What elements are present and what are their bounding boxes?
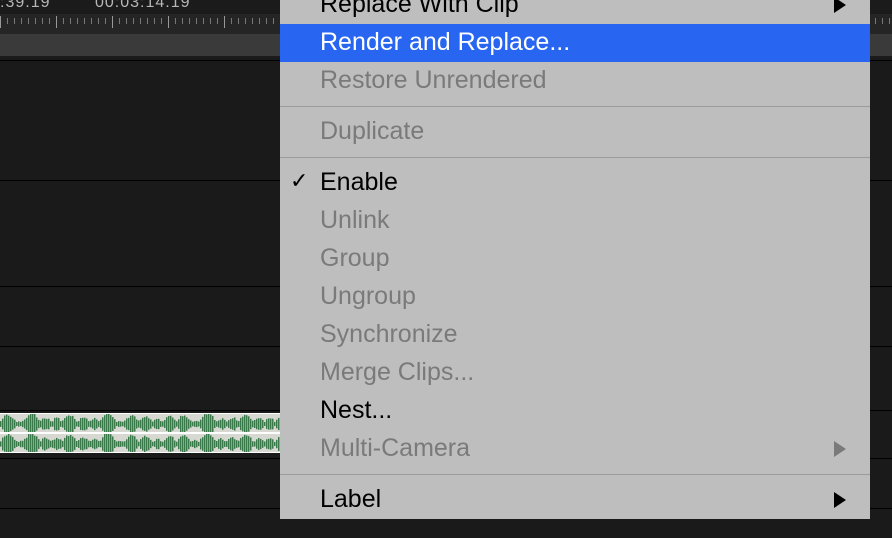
audio-clip-waveform[interactable]	[0, 413, 280, 433]
menu-item-label: Ungroup	[320, 282, 416, 310]
menu-item-render-and-replace[interactable]: Render and Replace...	[280, 24, 870, 62]
clip-context-menu: Replace With Clip Render and Replace... Re…	[280, 0, 870, 519]
menu-item-label: Duplicate	[320, 117, 424, 145]
menu-item-synchronize: Synchronize	[280, 316, 870, 354]
menu-item-label[interactable]: Label	[280, 481, 870, 519]
submenu-arrow-icon	[834, 441, 848, 457]
menu-item-replace-with-clip[interactable]: Replace With Clip	[280, 0, 870, 24]
menu-separator	[280, 474, 870, 475]
menu-item-restore-unrendered: Restore Unrendered	[280, 62, 870, 100]
menu-item-merge-clips: Merge Clips...	[280, 354, 870, 392]
menu-item-label: Unlink	[320, 206, 389, 234]
checkmark-icon: ✓	[290, 170, 308, 192]
menu-item-enable[interactable]: ✓ Enable	[280, 164, 870, 202]
menu-item-duplicate: Duplicate	[280, 113, 870, 151]
menu-item-label: Enable	[320, 168, 398, 196]
menu-separator	[280, 106, 870, 107]
submenu-arrow-icon	[834, 0, 848, 13]
menu-separator	[280, 157, 870, 158]
menu-item-label: Merge Clips...	[320, 358, 474, 386]
time-label: :39.19	[0, 0, 50, 12]
menu-item-ungroup: Ungroup	[280, 278, 870, 316]
menu-item-group: Group	[280, 240, 870, 278]
audio-clip-waveform[interactable]	[0, 433, 280, 453]
menu-item-label: Multi-Camera	[320, 434, 470, 462]
menu-item-label: Restore Unrendered	[320, 66, 547, 94]
menu-item-label: Synchronize	[320, 320, 458, 348]
menu-item-unlink: Unlink	[280, 202, 870, 240]
menu-item-label: Replace With Clip	[320, 0, 519, 18]
time-label: 00:03:14.19	[95, 0, 191, 12]
menu-item-label: Render and Replace...	[320, 28, 570, 56]
menu-item-multi-camera: Multi-Camera	[280, 430, 870, 468]
menu-item-nest[interactable]: Nest...	[280, 392, 870, 430]
menu-item-label: Nest...	[320, 396, 392, 424]
menu-item-label: Label	[320, 485, 381, 513]
menu-item-label: Group	[320, 244, 389, 272]
submenu-arrow-icon	[834, 492, 848, 508]
